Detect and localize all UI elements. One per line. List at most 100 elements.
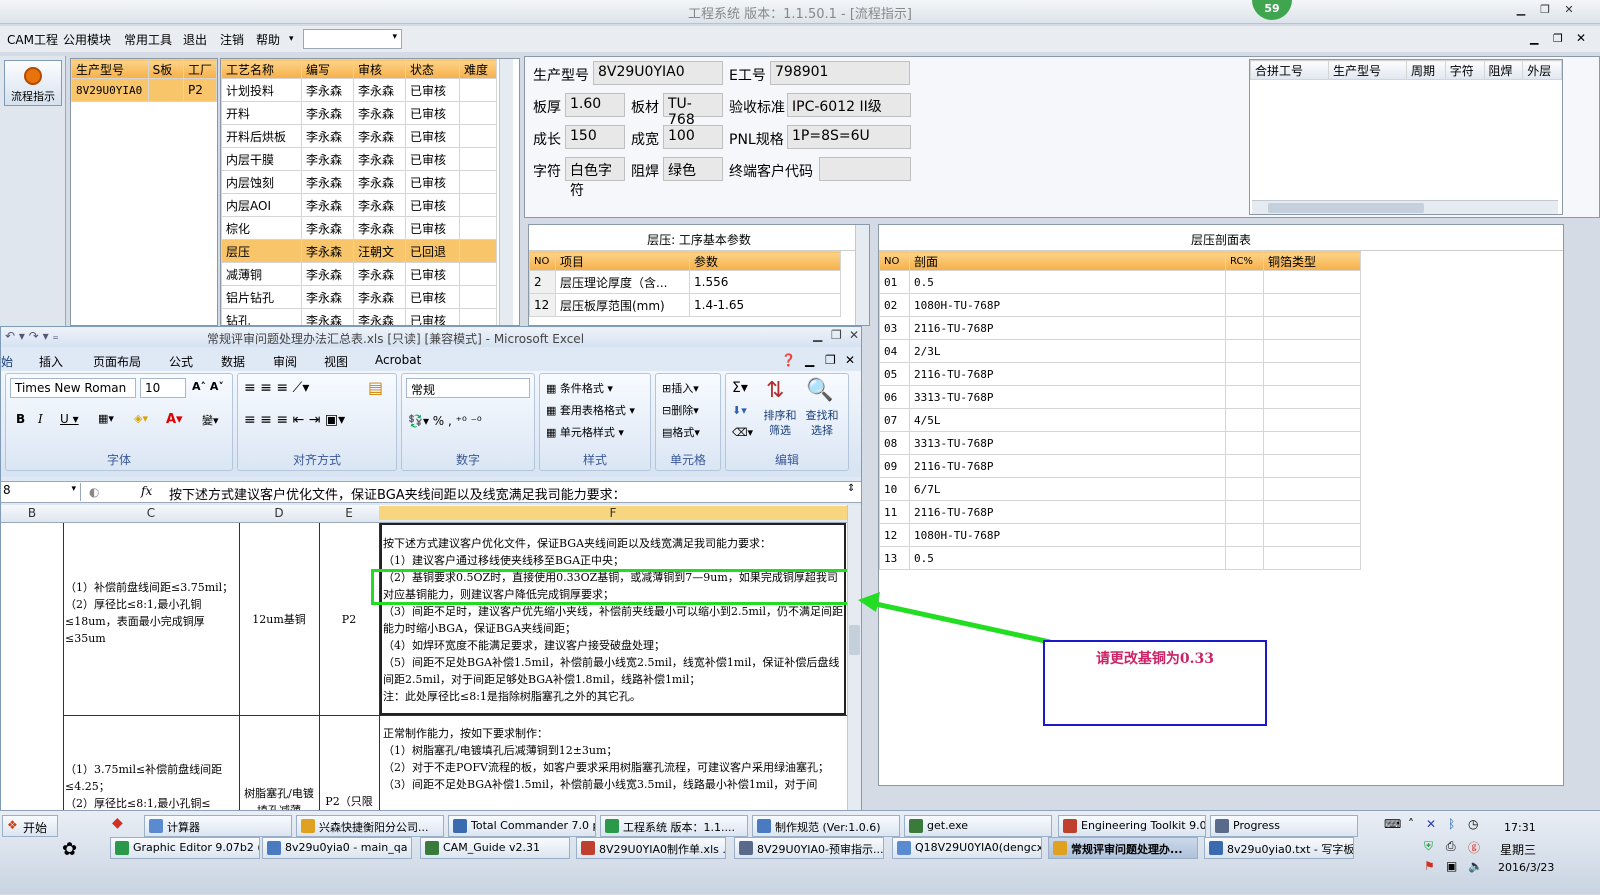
menu-dropdown[interactable]: ▾ <box>303 29 402 49</box>
table-row[interactable]: 11 2116-TU-768P <box>879 500 1361 524</box>
soldermask-field[interactable]: 绿色 <box>663 157 723 181</box>
menu-overflow-icon[interactable]: ▾ <box>289 34 294 44</box>
e-field[interactable]: 798901 <box>770 61 910 85</box>
tray-x-icon[interactable]: ✕ <box>1426 817 1436 831</box>
cell-f2[interactable]: 正常制作能力，按如下要求制作： （1）树脂塞孔/电镀填孔后减薄铜到12±3um；… <box>383 725 843 793</box>
col-header-f[interactable]: F <box>379 506 847 520</box>
wrap-icon[interactable]: ▤ <box>368 378 383 397</box>
table-row[interactable]: 内层蚀刻 李永森 李永森 已审核 <box>221 170 497 194</box>
taskbar-button[interactable]: 计算器 <box>144 815 292 837</box>
col-header-e[interactable]: E <box>319 506 379 520</box>
start-button[interactable]: ❖ 开始 <box>2 815 58 837</box>
col-merge-period[interactable]: 周期 <box>1406 60 1446 80</box>
col-merge-mask[interactable]: 阻焊 <box>1483 60 1524 80</box>
excel-minimize-icon[interactable]: ▁ <box>813 328 822 342</box>
network-icon[interactable]: ▣ <box>1446 859 1457 873</box>
table-row[interactable]: 层压 李永森 汪朝文 已回退 <box>221 239 497 263</box>
taskbar-button[interactable]: Total Commander 7.0 p... <box>448 815 596 837</box>
mdi-minimize-icon[interactable]: ▁ <box>1530 32 1538 45</box>
quicklaunch-browser-icon[interactable]: ◆ <box>112 815 123 831</box>
table-row[interactable]: 减薄铜 李永森 李永森 已审核 <box>221 262 497 286</box>
tab-layout[interactable]: 页面布局 <box>93 353 141 370</box>
tab-formulas[interactable]: 公式 <box>169 353 193 370</box>
taskbar-button[interactable]: Progress <box>1210 815 1358 837</box>
find-select-button[interactable]: 查找和选择 <box>802 408 842 438</box>
taskbar-button[interactable]: 8v29u0yia0 - main_qa <box>262 837 412 859</box>
table-row[interactable]: 06 3313-TU-768P <box>879 385 1361 409</box>
taskbar-button[interactable]: Engineering Toolkit 9.0... <box>1058 815 1206 837</box>
clock-tray-icon[interactable]: ◷ <box>1468 817 1478 831</box>
taskbar-button[interactable]: 工程系统 版本：1.1.... <box>600 815 748 837</box>
col-no[interactable]: NO <box>529 251 556 271</box>
table-row[interactable]: 12 层压板厚范围(mm) 1.4-1.65 <box>529 293 841 317</box>
table-row[interactable]: 内层干膜 李永森 李永森 已审核 <box>221 147 497 171</box>
table-row[interactable]: 计划投料 李永森 李永森 已审核 <box>221 78 497 102</box>
customer-code-field[interactable] <box>819 157 911 181</box>
phonetic-icon[interactable]: 變▾ <box>202 412 219 428</box>
col-difficulty[interactable]: 难度 <box>459 59 497 79</box>
table-row[interactable]: 铝片钻孔 李永森 李永森 已审核 <box>221 285 497 309</box>
table-format-button[interactable]: ▦ 套用表格格式 ▾ <box>546 402 635 418</box>
cond-format-button[interactable]: ▦ 条件格式 ▾ <box>546 380 613 396</box>
taskbar-button[interactable]: CAM_Guide v2.31 <box>420 837 570 859</box>
menu-exit[interactable]: 退出 <box>183 31 207 48</box>
cell-d2[interactable]: 树脂塞孔/电镀填孔减薄 <box>241 785 317 811</box>
col-model[interactable]: 生产型号 <box>71 59 149 79</box>
printer-icon[interactable]: ⎙ <box>1446 839 1456 854</box>
taskbar-button[interactable]: 兴森快捷衡阳分公司... <box>296 815 444 837</box>
col-s[interactable]: S板 <box>147 59 184 79</box>
clock-time[interactable]: 17:31 <box>1504 821 1536 834</box>
merge-hscroll[interactable] <box>1252 200 1558 214</box>
clear-icon[interactable]: ⌫▾ <box>732 426 753 439</box>
table-row[interactable]: 04 2/3L <box>879 339 1361 363</box>
col-merge-char[interactable]: 字符 <box>1444 60 1485 80</box>
table-row[interactable]: 13 0.5 <box>879 546 1361 570</box>
grow-font-icon[interactable]: A˄ A˅ <box>192 380 224 393</box>
tab-insert[interactable]: 插入 <box>39 353 63 370</box>
table-row[interactable]: 棕化 李永森 李永森 已审核 <box>221 216 497 240</box>
taskbar-button[interactable]: 8V29U0YIA0-预审指示.... <box>734 837 884 859</box>
font-size-select[interactable]: 10 <box>140 378 186 398</box>
align-top-icon[interactable]: ≡ ≡ ≡ ⟋▾ <box>244 380 309 396</box>
table-row[interactable]: 09 2116-TU-768P <box>879 454 1361 478</box>
table-row[interactable]: 开料后烘板 李永森 李永森 已审核 <box>221 124 497 148</box>
shield-icon[interactable]: ⛨ <box>1424 839 1433 854</box>
mdi-close-icon[interactable]: ✕ <box>1576 31 1586 45</box>
volume-icon[interactable]: 🔈 <box>1468 859 1483 873</box>
name-box[interactable]: 8 ▾ <box>1 483 81 501</box>
flow-button[interactable]: 流程指示 <box>4 60 62 106</box>
model-field[interactable]: 8V29U0YIA0 <box>593 61 723 85</box>
table-row[interactable]: 05 2116-TU-768P <box>879 362 1361 386</box>
col-merge-outer[interactable]: 外层 <box>1522 60 1562 80</box>
width-field[interactable]: 100 <box>663 125 723 149</box>
italic-icon[interactable]: I <box>38 412 43 426</box>
col-no[interactable]: NO <box>879 251 910 271</box>
silkscreen-field[interactable]: 白色字符 <box>565 157 625 199</box>
tray-expand-icon[interactable]: ˄ <box>1408 817 1414 831</box>
tab-home[interactable]: 始 <box>1 353 13 370</box>
formula-input[interactable]: 按下述方式建议客户优化文件，保证BGA夹线间距以及线宽满足我司能力要求： <box>169 484 626 503</box>
table-row[interactable]: 12 1080H-TU-768P <box>879 523 1361 547</box>
col-foil[interactable]: 铜箔类型 <box>1263 251 1361 271</box>
col-item[interactable]: 项目 <box>555 251 690 271</box>
sort-icon[interactable]: ⇅ <box>766 378 784 403</box>
border-icon[interactable]: ▦▾ <box>98 412 114 425</box>
fill-icon[interactable]: ⬇▾ <box>732 404 747 417</box>
menu-public[interactable]: 公用模块 <box>63 31 111 48</box>
find-icon[interactable]: 🔍 <box>806 378 833 403</box>
col-rc[interactable]: RC% <box>1225 251 1264 271</box>
keyboard-icon[interactable]: ⌨ <box>1384 817 1401 831</box>
close-icon[interactable]: ✕ <box>1560 3 1578 19</box>
thickness-field[interactable]: 1.60 <box>565 93 625 117</box>
mdi-restore-icon[interactable]: ❐ <box>1553 32 1563 45</box>
cell-style-button[interactable]: ▦ 单元格样式 ▾ <box>546 424 624 440</box>
menu-cam[interactable]: CAM工程 <box>7 31 58 48</box>
process-scrollbar[interactable] <box>499 59 513 325</box>
menu-logout[interactable]: 注销 <box>220 31 244 48</box>
flag-icon[interactable]: ⚑ <box>1424 859 1435 873</box>
cell-e2[interactable]: P2（只限 <box>321 793 377 810</box>
col-header-c[interactable]: C <box>63 506 239 520</box>
maximize-icon[interactable]: ❐ <box>1536 3 1554 19</box>
font-color-icon[interactable]: A▾ <box>166 412 183 427</box>
cancel-formula-icon[interactable]: ◐ <box>89 485 99 499</box>
